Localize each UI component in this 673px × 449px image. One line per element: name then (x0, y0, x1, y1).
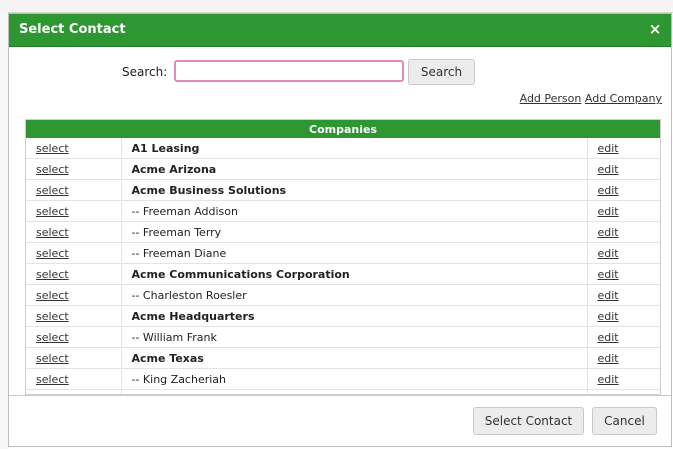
table-row: select Acme Texas edit (26, 347, 660, 369)
cancel-button[interactable]: Cancel (592, 407, 657, 435)
company-name: A1 Leasing (120, 138, 588, 159)
select-cell: select (26, 305, 121, 327)
table-row: select Acme Headquarters edit (26, 305, 660, 327)
edit-link[interactable]: edit (598, 205, 619, 218)
edit-cell: edit (587, 138, 660, 159)
search-button[interactable]: Search (408, 59, 475, 85)
table-row: select -- Charleston Roesler edit (26, 284, 660, 306)
select-cell: select (26, 242, 121, 264)
table-row: select Acme Communications Corporation edi… (26, 263, 660, 285)
select-link[interactable]: select (36, 268, 69, 281)
edit-link[interactable]: edit (598, 163, 619, 176)
person-name: -- King Zacheriah (120, 368, 588, 390)
edit-link[interactable]: edit (598, 184, 619, 197)
table-row: select -- Freeman Terry edit (26, 221, 660, 243)
table-row: select Acme Arizona edit (26, 158, 660, 180)
table-row: select -- Freeman Addison edit (26, 200, 660, 222)
edit-cell: edit (587, 179, 660, 201)
search-label: Search: (122, 65, 168, 79)
select-link[interactable]: select (36, 184, 69, 197)
select-link[interactable]: select (36, 247, 69, 260)
person-name: -- Charleston Roesler (120, 284, 588, 306)
edit-link[interactable]: edit (598, 247, 619, 260)
edit-cell: edit (587, 347, 660, 369)
select-link[interactable]: select (36, 205, 69, 218)
edit-cell: edit (587, 368, 660, 390)
edit-cell: edit (587, 326, 660, 348)
page-backdrop-left (0, 12, 8, 449)
edit-cell: edit (587, 221, 660, 243)
edit-cell: edit (587, 263, 660, 285)
person-name: -- William Frank (120, 326, 588, 348)
select-link[interactable]: select (36, 142, 69, 155)
table-row: select A1 Leasing edit (26, 138, 660, 159)
companies-table: Companies select A1 Leasing edit select Acme… (26, 120, 660, 394)
select-link[interactable]: select (36, 163, 69, 176)
select-cell: select (26, 158, 121, 180)
select-cell: select (26, 221, 121, 243)
page-backdrop-top (0, 0, 673, 13)
table-header-row: Companies (26, 120, 660, 138)
search-input[interactable] (174, 60, 404, 82)
select-contact-dialog: Select Contact × Search: Search Add Pers… (8, 13, 672, 447)
person-name: -- Freeman Addison (120, 200, 588, 222)
companies-header: Companies (26, 120, 660, 138)
edit-link[interactable]: edit (598, 331, 619, 344)
select-cell: select (26, 200, 121, 222)
select-link[interactable]: select (36, 226, 69, 239)
select-cell: select (26, 179, 121, 201)
footer-divider (9, 395, 671, 396)
select-cell: select (26, 368, 121, 390)
dialog-titlebar: Select Contact × (9, 14, 671, 47)
select-link[interactable]: select (36, 331, 69, 344)
select-link[interactable]: select (36, 373, 69, 386)
table-row: select -- Freeman Diane edit (26, 242, 660, 264)
company-name: Acme Headquarters (120, 305, 588, 327)
edit-cell: edit (587, 242, 660, 264)
table-row: select Acme Business Solutions edit (26, 179, 660, 201)
add-links: Add Person Add Company (520, 92, 662, 105)
select-cell: select (26, 138, 121, 159)
add-person-link[interactable]: Add Person (520, 92, 582, 105)
company-name: Acme Business Solutions (120, 179, 588, 201)
select-cell: select (26, 263, 121, 285)
edit-cell: edit (587, 158, 660, 180)
edit-link[interactable]: edit (598, 373, 619, 386)
edit-link[interactable]: edit (598, 268, 619, 281)
company-name: Acme Arizona (120, 158, 588, 180)
select-contact-button[interactable]: Select Contact (473, 407, 584, 435)
dialog-title: Select Contact (19, 22, 126, 37)
select-cell: select (26, 326, 121, 348)
edit-link[interactable]: edit (598, 352, 619, 365)
person-name: -- Freeman Diane (120, 242, 588, 264)
select-link[interactable]: select (36, 289, 69, 302)
edit-cell: edit (587, 284, 660, 306)
edit-cell: edit (587, 305, 660, 327)
edit-link[interactable]: edit (598, 310, 619, 323)
company-name: Acme Texas (120, 347, 588, 369)
company-name: Acme Communications Corporation (120, 263, 588, 285)
close-icon[interactable]: × (647, 20, 663, 38)
add-company-link[interactable]: Add Company (585, 92, 662, 105)
person-name: -- Freeman Terry (120, 221, 588, 243)
select-cell: select (26, 347, 121, 369)
select-link[interactable]: select (36, 352, 69, 365)
select-link[interactable]: select (36, 310, 69, 323)
select-cell: select (26, 284, 121, 306)
edit-link[interactable]: edit (598, 142, 619, 155)
table-row: select -- William Frank edit (26, 326, 660, 348)
edit-link[interactable]: edit (598, 289, 619, 302)
edit-link[interactable]: edit (598, 226, 619, 239)
contacts-list[interactable]: Companies select A1 Leasing edit select Acme… (25, 119, 661, 395)
edit-cell: edit (587, 200, 660, 222)
table-row: select -- King Zacheriah edit (26, 368, 660, 390)
